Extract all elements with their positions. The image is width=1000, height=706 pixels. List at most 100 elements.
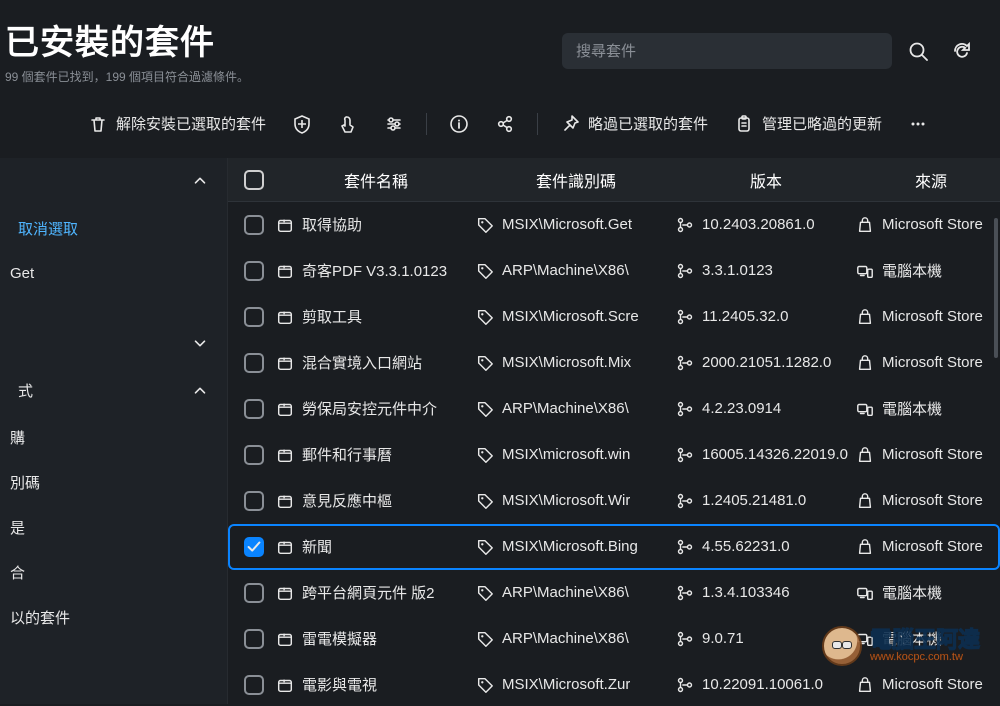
branch-icon: [676, 538, 694, 556]
row-checkbox[interactable]: [244, 353, 264, 373]
source-icon: [856, 584, 874, 602]
row-checkbox[interactable]: [244, 215, 264, 235]
branch-icon: [676, 354, 694, 372]
cell-version: 11.2405.32.0: [702, 308, 788, 325]
uninstall-selected-button[interactable]: 解除安裝已選取的套件: [78, 107, 276, 140]
sidebar-group-style[interactable]: 式: [0, 366, 227, 415]
branch-icon: [676, 676, 694, 694]
cell-source: 電腦本機: [882, 398, 942, 419]
package-icon: [276, 354, 294, 372]
manage-skipped-button[interactable]: 管理已略過的更新: [724, 107, 892, 140]
sidebar-group-collapse-1[interactable]: [0, 158, 227, 204]
trash-icon: [88, 114, 108, 134]
table-row[interactable]: 意見反應中樞MSIX\Microsoft.Wir1.2405.21481.0Mi…: [228, 478, 1000, 524]
package-icon: [276, 630, 294, 648]
row-checkbox[interactable]: [244, 261, 264, 281]
cell-version: 10.2403.20861.0: [702, 216, 815, 233]
search-input[interactable]: [562, 33, 892, 69]
source-icon: [856, 446, 874, 464]
tag-icon: [476, 492, 494, 510]
interactive-button[interactable]: [328, 108, 368, 140]
col-source[interactable]: 來源: [856, 168, 1000, 192]
source-icon: [856, 262, 874, 280]
row-checkbox[interactable]: [244, 537, 264, 557]
cell-source: Microsoft Store: [882, 492, 983, 509]
cell-source: Microsoft Store: [882, 354, 983, 371]
table-row[interactable]: 跨平台網頁元件 版2ARP\Machine\X86\1.3.4.103346電腦…: [228, 570, 1000, 616]
page-title: 已安裝的套件: [5, 15, 249, 64]
table-row[interactable]: 電影與電視MSIX\Microsoft.Zur10.22091.10061.0M…: [228, 662, 1000, 704]
table-row[interactable]: 郵件和行事曆MSIX\microsoft.win16005.14326.2201…: [228, 432, 1000, 478]
tag-icon: [476, 538, 494, 556]
sidebar-item[interactable]: 以的套件: [0, 595, 227, 640]
sidebar-deselect-link[interactable]: 取消選取: [0, 204, 227, 253]
info-button[interactable]: [439, 108, 479, 140]
cell-name: 剪取工具: [302, 306, 362, 327]
source-icon: [856, 354, 874, 372]
sidebar-group-label: 式: [18, 380, 33, 401]
package-icon: [276, 262, 294, 280]
source-icon: [856, 676, 874, 694]
col-version[interactable]: 版本: [676, 168, 856, 192]
cell-name: 取得協助: [302, 214, 362, 235]
manage-skipped-label: 管理已略過的更新: [762, 113, 882, 134]
col-name[interactable]: 套件名稱: [276, 168, 476, 192]
row-checkbox[interactable]: [244, 583, 264, 603]
row-checkbox[interactable]: [244, 445, 264, 465]
chevron-up-icon: [191, 382, 209, 400]
skip-selected-button[interactable]: 略過已選取的套件: [550, 107, 718, 140]
skip-label: 略過已選取的套件: [588, 113, 708, 134]
cell-source: Microsoft Store: [882, 446, 983, 463]
cell-name: 意見反應中樞: [302, 490, 392, 511]
pin-icon: [560, 114, 580, 134]
cell-version: 1.3.4.103346: [702, 584, 790, 601]
cell-version: 16005.14326.22019.0: [702, 446, 848, 463]
select-all-checkbox[interactable]: [244, 170, 264, 190]
sidebar-item[interactable]: 別碼: [0, 460, 227, 505]
cell-source: 電腦本機: [882, 582, 942, 603]
table-row[interactable]: 混合實境入口網站MSIX\Microsoft.Mix2000.21051.128…: [228, 340, 1000, 386]
sidebar-item[interactable]: 合: [0, 550, 227, 595]
table-row[interactable]: 新聞MSIX\Microsoft.Bing4.55.62231.0Microso…: [228, 524, 1000, 570]
touch-icon: [338, 114, 358, 134]
filters-button[interactable]: [374, 108, 414, 140]
row-checkbox[interactable]: [244, 399, 264, 419]
sidebar-item-get[interactable]: Get: [0, 253, 227, 294]
sidebar-item[interactable]: 購: [0, 415, 227, 460]
refresh-button[interactable]: [944, 33, 980, 69]
cell-source: Microsoft Store: [882, 676, 983, 693]
sidebar-group-collapse-2[interactable]: [0, 320, 227, 366]
row-checkbox[interactable]: [244, 491, 264, 511]
row-checkbox[interactable]: [244, 629, 264, 649]
cell-version: 3.3.1.0123: [702, 262, 773, 279]
package-icon: [276, 584, 294, 602]
row-checkbox[interactable]: [244, 307, 264, 327]
cell-version: 4.2.23.0914: [702, 400, 781, 417]
scrollbar[interactable]: [994, 218, 998, 358]
col-id[interactable]: 套件識別碼: [476, 168, 676, 192]
branch-icon: [676, 216, 694, 234]
cell-id: ARP\Machine\X86\: [502, 262, 629, 279]
table-row[interactable]: 取得協助MSIX\Microsoft.Get10.2403.20861.0Mic…: [228, 202, 1000, 248]
package-icon: [276, 308, 294, 326]
tag-icon: [476, 446, 494, 464]
table-row[interactable]: 勞保局安控元件中介ARP\Machine\X86\4.2.23.0914電腦本機: [228, 386, 1000, 432]
table-row[interactable]: 奇客PDF V3.3.1.0123ARP\Machine\X86\3.3.1.0…: [228, 248, 1000, 294]
share-button[interactable]: [485, 108, 525, 140]
package-icon: [276, 446, 294, 464]
chevron-up-icon: [191, 172, 209, 190]
branch-icon: [676, 400, 694, 418]
cell-version: 10.22091.10061.0: [702, 676, 823, 693]
row-checkbox[interactable]: [244, 675, 264, 695]
toolbar-separator: [426, 113, 427, 135]
sidebar: 取消選取 Get 式 購別碼是合以的套件: [0, 158, 228, 704]
watermark-avatar: [822, 626, 862, 666]
package-icon: [276, 492, 294, 510]
more-button[interactable]: [898, 108, 938, 140]
shield-button[interactable]: [282, 108, 322, 140]
table-row[interactable]: 剪取工具MSIX\Microsoft.Scre11.2405.32.0Micro…: [228, 294, 1000, 340]
watermark-url: www.kocpc.com.tw: [870, 651, 980, 663]
source-icon: [856, 216, 874, 234]
sidebar-item[interactable]: 是: [0, 505, 227, 550]
search-button[interactable]: [900, 33, 936, 69]
